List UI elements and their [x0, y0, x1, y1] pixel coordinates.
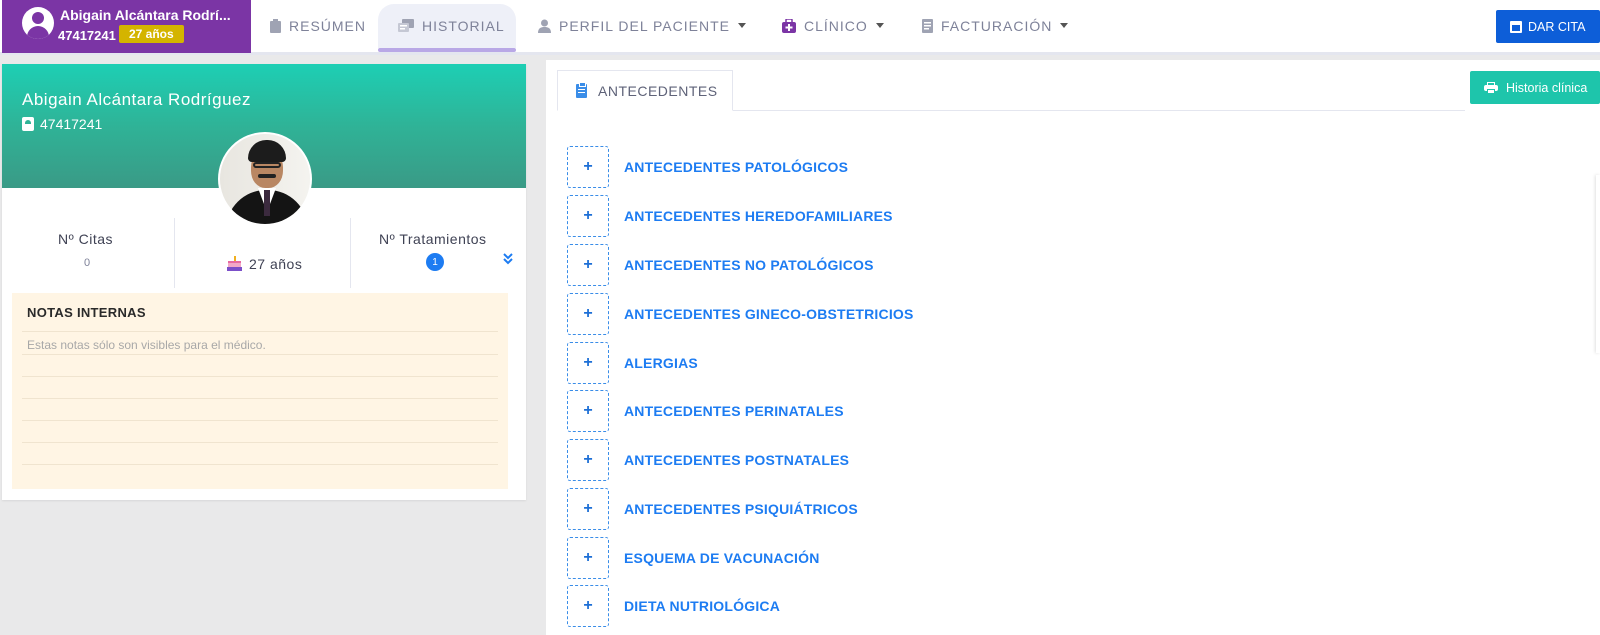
medkit-icon: [782, 18, 796, 33]
id-card-icon: [22, 117, 34, 131]
clipboard-list-icon: [576, 81, 587, 98]
section-label[interactable]: ANTECEDENTES POSTNATALES: [624, 452, 849, 468]
patient-chip-name: Abigain Alcántara Rodrí...: [60, 7, 231, 23]
history-icon: [398, 19, 414, 32]
expand-plus-icon[interactable]: +: [567, 341, 609, 384]
nav-resumen[interactable]: RESÚMEN: [270, 0, 370, 51]
section-label[interactable]: ANTECEDENTES PERINATALES: [624, 403, 844, 419]
notes-line: [22, 420, 498, 421]
patient-photo[interactable]: [218, 132, 312, 226]
notes-line: [22, 354, 498, 355]
section-label[interactable]: ALERGIAS: [624, 355, 698, 371]
section-label[interactable]: ANTECEDENTES HEREDOFAMILIARES: [624, 208, 893, 224]
expand-plus-icon[interactable]: +: [567, 487, 609, 530]
user-icon: [538, 19, 551, 33]
printer-icon: [1484, 81, 1498, 94]
nav-historial-label: HISTORIAL: [422, 18, 505, 34]
nav-clinico[interactable]: CLÍNICO: [782, 0, 884, 51]
dar-cita-button[interactable]: DAR CITA: [1496, 10, 1600, 43]
profile-name: Abigain Alcántara Rodríguez: [22, 90, 251, 109]
historia-clinica-button[interactable]: Historia clínica: [1470, 71, 1600, 104]
section-alergias[interactable]: + ALERGIAS: [567, 341, 698, 384]
tab-antecedentes[interactable]: ANTECEDENTES: [557, 70, 733, 111]
section-antecedentes-heredofamiliares[interactable]: + ANTECEDENTES HEREDOFAMILIARES: [567, 194, 893, 237]
section-label[interactable]: ANTECEDENTES GINECO-OBSTETRICIOS: [624, 306, 914, 322]
tab-antecedentes-label: ANTECEDENTES: [598, 82, 718, 99]
section-dieta-nutriologica[interactable]: + DIETA NUTRIOLÓGICA: [567, 584, 780, 627]
expand-plus-icon[interactable]: +: [567, 536, 609, 579]
nav-perfil-label: PERFIL DEL PACIENTE: [559, 17, 730, 34]
patient-profile-card: Abigain Alcántara Rodríguez 47417241 Nº …: [2, 64, 526, 500]
expand-plus-icon[interactable]: +: [567, 292, 609, 335]
dar-cita-label: DAR CITA: [1528, 19, 1586, 34]
patient-chip-document: 47417241: [58, 28, 116, 43]
user-avatar-icon: [22, 7, 54, 39]
notes-line: [22, 331, 498, 332]
nav-historial[interactable]: HISTORIAL: [378, 4, 516, 48]
expand-plus-icon[interactable]: +: [567, 243, 609, 286]
double-chevron-down-icon[interactable]: [502, 252, 514, 266]
age-stat: 27 años: [226, 255, 302, 272]
section-label[interactable]: ANTECEDENTES PSIQUIÁTRICOS: [624, 501, 858, 517]
citas-label: Nº Citas: [58, 231, 114, 247]
age-value: 27 años: [249, 255, 303, 272]
nav-perfil-paciente[interactable]: PERFIL DEL PACIENTE: [538, 0, 746, 51]
expand-plus-icon[interactable]: +: [567, 584, 609, 627]
profile-document: 47417241: [22, 116, 102, 132]
section-antecedentes-perinatales[interactable]: + ANTECEDENTES PERINATALES: [567, 389, 844, 432]
section-antecedentes-psiquiatricos[interactable]: + ANTECEDENTES PSIQUIÁTRICOS: [567, 487, 858, 530]
section-antecedentes-postnatales[interactable]: + ANTECEDENTES POSTNATALES: [567, 438, 849, 481]
nav-facturacion-label: FACTURACIÓN: [941, 17, 1053, 34]
expand-plus-icon[interactable]: +: [567, 194, 609, 237]
section-label[interactable]: ANTECEDENTES NO PATOLÓGICOS: [624, 257, 874, 273]
nav-resumen-label: RESÚMEN: [289, 17, 367, 34]
tratamientos-label: Nº Tratamientos: [379, 231, 487, 247]
section-label[interactable]: DIETA NUTRIOLÓGICA: [624, 598, 780, 614]
historia-clinica-label: Historia clínica: [1506, 80, 1588, 95]
tratamientos-count-badge: 1: [426, 253, 444, 271]
active-tab-indicator: [378, 48, 516, 52]
notes-line: [22, 398, 498, 399]
side-panel-edge: [1596, 175, 1600, 353]
notes-placeholder: Estas notas sólo son visibles para el mé…: [27, 338, 266, 352]
chevron-down-icon: [1060, 23, 1069, 28]
section-antecedentes-gineco-obstetricios[interactable]: + ANTECEDENTES GINECO-OBSTETRICIOS: [567, 292, 914, 335]
section-antecedentes-patologicos[interactable]: + ANTECEDENTES PATOLÓGICOS: [567, 145, 848, 188]
internal-notes[interactable]: NOTAS INTERNAS Estas notas sólo son visi…: [12, 293, 508, 489]
notes-line: [22, 464, 498, 465]
notes-line: [22, 442, 498, 443]
section-label[interactable]: ESQUEMA DE VACUNACIÓN: [624, 550, 820, 566]
calendar-icon: [1510, 20, 1522, 33]
chevron-down-icon: [875, 23, 884, 28]
age-badge: 27 años: [119, 25, 184, 43]
section-esquema-vacunacion[interactable]: + ESQUEMA DE VACUNACIÓN: [567, 536, 820, 579]
stat-divider: [350, 218, 351, 288]
expand-plus-icon[interactable]: +: [567, 145, 609, 188]
section-antecedentes-no-patologicos[interactable]: + ANTECEDENTES NO PATOLÓGICOS: [567, 243, 874, 286]
nav-clinico-label: CLÍNICO: [804, 17, 868, 34]
section-label[interactable]: ANTECEDENTES PATOLÓGICOS: [624, 159, 848, 175]
top-navbar: Abigain Alcántara Rodrí... 47417241 27 a…: [0, 0, 1600, 55]
clipboard-icon: [270, 18, 281, 33]
nav-facturacion[interactable]: FACTURACIÓN: [922, 0, 1069, 51]
invoice-icon: [922, 18, 933, 33]
stat-divider: [174, 218, 175, 288]
notes-line: [22, 376, 498, 377]
citas-value: 0: [84, 257, 91, 269]
patient-chip[interactable]: Abigain Alcántara Rodrí... 47417241 27 a…: [2, 0, 251, 53]
notes-title: NOTAS INTERNAS: [27, 305, 146, 320]
chevron-down-icon: [737, 23, 746, 28]
birthday-cake-icon: [226, 255, 243, 272]
profile-document-value: 47417241: [40, 116, 103, 132]
expand-plus-icon[interactable]: +: [567, 438, 609, 481]
expand-plus-icon[interactable]: +: [567, 389, 609, 432]
